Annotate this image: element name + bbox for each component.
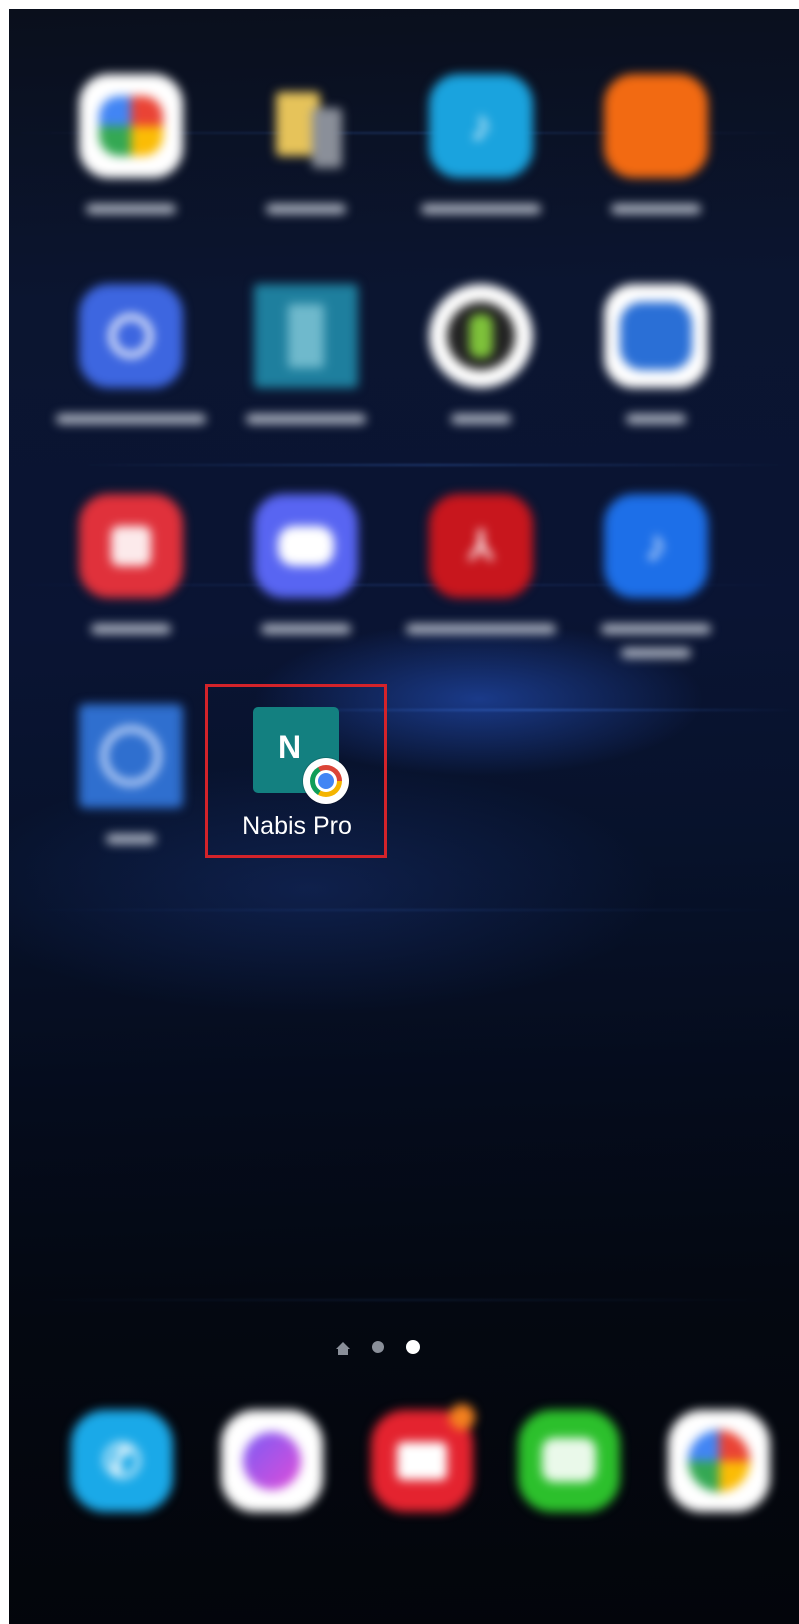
dock-messenger[interactable]	[187, 1410, 357, 1512]
music-note-icon: ♪	[645, 521, 667, 570]
app-adobe-acrobat[interactable]: ⅄	[396, 494, 566, 634]
app-discord[interactable]	[221, 494, 391, 634]
discord-icon	[254, 494, 358, 598]
app-red[interactable]	[46, 494, 216, 634]
app-samsung-music[interactable]: ♪	[571, 494, 741, 658]
messenger-icon	[221, 1410, 323, 1512]
android-icon	[429, 284, 533, 388]
chrome-ring	[310, 765, 342, 797]
gallery-icon	[604, 284, 708, 388]
dock-photos[interactable]	[634, 1410, 799, 1512]
nabis-pro-app-label[interactable]: Nabis Pro	[212, 812, 382, 841]
app-label	[86, 204, 176, 214]
app-document[interactable]	[221, 284, 391, 424]
nabis-letter: N	[278, 729, 302, 765]
app-label	[626, 414, 686, 424]
app-gallery[interactable]	[571, 284, 741, 424]
app-google-home[interactable]	[46, 74, 216, 214]
app-label	[451, 414, 511, 424]
app-label	[261, 624, 351, 634]
app-music-player[interactable]: ♪	[396, 74, 566, 214]
app-android[interactable]	[396, 284, 566, 424]
acrobat-glyph-icon: ⅄	[468, 524, 494, 568]
app-orange[interactable]	[571, 74, 741, 214]
page-indicator	[336, 1340, 420, 1355]
app-label	[611, 204, 701, 214]
app-label	[106, 834, 156, 844]
email-icon	[371, 1404, 475, 1512]
phone-handset-icon: ✆	[102, 1435, 142, 1487]
page-dot-active[interactable]	[406, 1340, 420, 1354]
phone-icon: ✆	[71, 1410, 173, 1512]
wallpaper-streak	[69, 464, 799, 466]
orange-app-icon	[604, 74, 708, 178]
music-note-icon: ♪	[470, 101, 492, 150]
home-screen: ♪ ⅄ ♪	[9, 9, 799, 1624]
app-label	[246, 414, 366, 424]
home-page-indicator-icon[interactable]	[336, 1341, 350, 1355]
wallpaper-streak	[9, 909, 799, 911]
messages-icon	[518, 1410, 620, 1512]
bixby-icon	[79, 284, 183, 388]
folder-icon	[254, 74, 358, 178]
music-app-icon: ♪	[429, 74, 533, 178]
app-blue[interactable]	[46, 704, 216, 844]
chrome-center	[315, 770, 337, 792]
app-label	[421, 204, 541, 214]
app-folder[interactable]	[221, 74, 391, 214]
dock-phone[interactable]: ✆	[37, 1410, 207, 1512]
app-bixby[interactable]	[46, 284, 216, 424]
red-app-icon	[79, 494, 183, 598]
samsung-music-icon: ♪	[604, 494, 708, 598]
dock-email[interactable]	[337, 1404, 507, 1512]
chrome-icon	[303, 758, 349, 804]
app-label-line2	[621, 648, 691, 658]
app-label	[56, 414, 206, 424]
document-app-icon	[254, 284, 358, 388]
app-label	[266, 204, 346, 214]
app-label	[91, 624, 171, 634]
wallpaper-streak	[9, 1299, 799, 1301]
blue-app-icon	[79, 704, 183, 808]
page-dot[interactable]	[372, 1341, 384, 1353]
google-home-icon	[79, 74, 183, 178]
adobe-acrobat-icon: ⅄	[429, 494, 533, 598]
dock-messages[interactable]	[484, 1410, 654, 1512]
notification-badge	[449, 1404, 475, 1430]
app-label	[601, 624, 711, 634]
app-label	[406, 624, 556, 634]
photos-icon	[668, 1410, 770, 1512]
